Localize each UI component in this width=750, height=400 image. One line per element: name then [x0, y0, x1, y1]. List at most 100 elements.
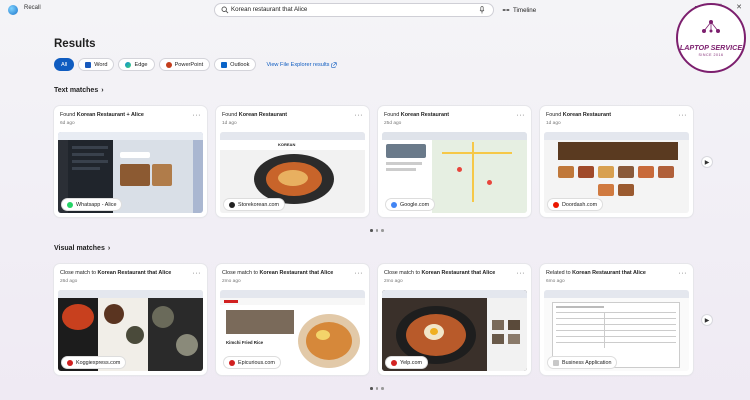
- page-dot[interactable]: [375, 229, 378, 232]
- card-title: Close match to Korean Restaurant that Al…: [60, 270, 172, 276]
- external-link-icon: [331, 61, 338, 68]
- file-explorer-link[interactable]: View File Explorer results: [266, 61, 338, 68]
- close-button[interactable]: ✕: [736, 3, 742, 11]
- text-matches-pager: [370, 229, 384, 232]
- text-match-card-google[interactable]: Found Korean Restaurant 25d ago ··· Goog…: [378, 106, 531, 217]
- microphone-icon[interactable]: [479, 6, 485, 14]
- more-options-icon[interactable]: ···: [355, 112, 364, 119]
- source-label: Storekorean.com: [238, 201, 280, 208]
- filter-powerpoint-label: PowerPoint: [174, 61, 204, 68]
- storekorean-logo: KOREAN: [278, 142, 296, 147]
- filter-edge-label: Edge: [134, 61, 148, 68]
- source-label: Whatsapp - Alice: [76, 201, 117, 208]
- yelp-icon: [391, 359, 397, 366]
- search-query: Korean restaurant that Alice: [231, 6, 308, 13]
- card-title: Found Korean Restaurant: [546, 112, 612, 118]
- watermark-tagline: SINCE 2016: [698, 53, 724, 57]
- more-options-icon[interactable]: ···: [679, 112, 688, 119]
- source-badge: Yelp.com: [386, 357, 427, 368]
- whatsapp-icon: [67, 201, 73, 208]
- storekorean-icon: [229, 201, 235, 208]
- filter-all[interactable]: All: [54, 58, 75, 71]
- title-bar: Recall Korean restaurant that Alice Time…: [0, 0, 750, 20]
- timeline-label: Timeline: [513, 6, 537, 14]
- card-title: Found Korean Restaurant + Alice: [60, 112, 144, 118]
- page-dot[interactable]: [370, 387, 373, 390]
- chevron-right-icon: ›: [107, 245, 111, 252]
- more-options-icon[interactable]: ···: [355, 270, 364, 277]
- chevron-right-icon: ›: [101, 87, 104, 94]
- card-date: 1d ago: [222, 121, 237, 126]
- network-logo-icon: [702, 20, 720, 33]
- recall-app-icon: [8, 5, 18, 15]
- card-date: 25d ago: [384, 121, 402, 126]
- app-name: Recall: [24, 5, 41, 11]
- visual-matches-next-button[interactable]: ▶: [702, 315, 712, 325]
- edge-icon: [125, 61, 132, 68]
- source-badge: Doordash.com: [548, 199, 603, 210]
- card-title: Close match to Korean Restaurant that Al…: [384, 270, 496, 276]
- visual-match-card-koggiexpress[interactable]: Close match to Korean Restaurant that Al…: [54, 264, 207, 375]
- visual-match-card-epicurious[interactable]: Close match to Korean Restaurant that Al…: [216, 264, 369, 375]
- card-date: 2mo ago: [222, 279, 241, 284]
- filter-powerpoint[interactable]: PowerPoint: [158, 58, 211, 71]
- filter-outlook[interactable]: Outlook: [214, 58, 257, 71]
- visual-matches-heading[interactable]: Visual matches ›: [54, 245, 110, 252]
- laptop-service-watermark: LAPTOP SERVICE SINCE 2016: [676, 3, 746, 73]
- text-match-card-whatsapp[interactable]: Found Korean Restaurant + Alice 6d ago ·…: [54, 106, 207, 217]
- card-title: Close match to Korean Restaurant that Al…: [222, 270, 334, 276]
- more-options-icon[interactable]: ···: [193, 270, 202, 277]
- outlook-icon: [221, 61, 228, 68]
- page-dot[interactable]: [375, 387, 378, 390]
- more-options-icon[interactable]: ···: [517, 270, 526, 277]
- source-label: Business Application: [562, 359, 612, 366]
- card-date: 1d ago: [546, 121, 561, 126]
- powerpoint-icon: [165, 61, 172, 68]
- source-badge: Storekorean.com: [224, 199, 285, 210]
- recipe-title: Kimchi Fried Rice: [226, 340, 264, 345]
- card-title: Found Korean Restaurant: [384, 112, 450, 118]
- source-label: Koggiexpress.com: [76, 359, 121, 366]
- text-match-card-doordash[interactable]: Found Korean Restaurant 1d ago ··· Doord…: [540, 106, 693, 217]
- page-title: Results: [54, 38, 96, 50]
- location-pin-icon: [391, 201, 397, 208]
- page-dot[interactable]: [381, 387, 384, 390]
- more-options-icon[interactable]: ···: [517, 112, 526, 119]
- text-match-card-storekorean[interactable]: Found Korean Restaurant 1d ago ··· KOREA…: [216, 106, 369, 217]
- card-date: 6d ago: [60, 121, 75, 126]
- filter-all-label: All: [61, 61, 68, 68]
- card-date: 26d ago: [60, 279, 78, 284]
- visual-match-card-yelp[interactable]: Close match to Korean Restaurant that Al…: [378, 264, 531, 375]
- visual-match-card-business-application[interactable]: Related to Korean Restaurant that Alice …: [540, 264, 693, 375]
- source-label: Google.com: [400, 201, 430, 208]
- filter-edge[interactable]: Edge: [118, 58, 155, 71]
- source-label: Yelp.com: [400, 359, 422, 366]
- word-icon: [85, 61, 92, 68]
- text-matches-heading[interactable]: Text matches ›: [54, 87, 104, 94]
- more-options-icon[interactable]: ···: [193, 112, 202, 119]
- epicurious-icon: [229, 359, 235, 366]
- page-dot[interactable]: [370, 229, 373, 232]
- filter-outlook-label: Outlook: [230, 61, 250, 68]
- visual-matches-pager: [370, 387, 384, 390]
- timeline-button[interactable]: Timeline: [502, 4, 536, 16]
- card-date: 2mo ago: [384, 279, 403, 284]
- text-matches-next-button[interactable]: ▶: [702, 157, 712, 167]
- page-dot[interactable]: [381, 229, 384, 232]
- search-input[interactable]: Korean restaurant that Alice: [214, 3, 494, 17]
- document-icon: [553, 359, 559, 366]
- source-label: Epicurious.com: [238, 359, 275, 366]
- filter-word[interactable]: Word: [78, 58, 115, 71]
- more-options-icon[interactable]: ···: [679, 270, 688, 277]
- source-badge: Business Application: [548, 357, 617, 368]
- text-matches-label: Text matches: [54, 87, 99, 94]
- timeline-icon: [502, 9, 510, 11]
- source-badge: Whatsapp - Alice: [62, 199, 122, 210]
- watermark-name: LAPTOP SERVICE: [679, 43, 743, 52]
- play-right-icon: ▶: [704, 159, 710, 166]
- visual-matches-label: Visual matches: [54, 245, 105, 252]
- play-right-icon: ▶: [704, 317, 710, 324]
- card-title: Found Korean Restaurant: [222, 112, 288, 118]
- filter-bar: All Word Edge PowerPoint Outlook View Fi…: [54, 58, 338, 71]
- search-icon: [221, 6, 229, 14]
